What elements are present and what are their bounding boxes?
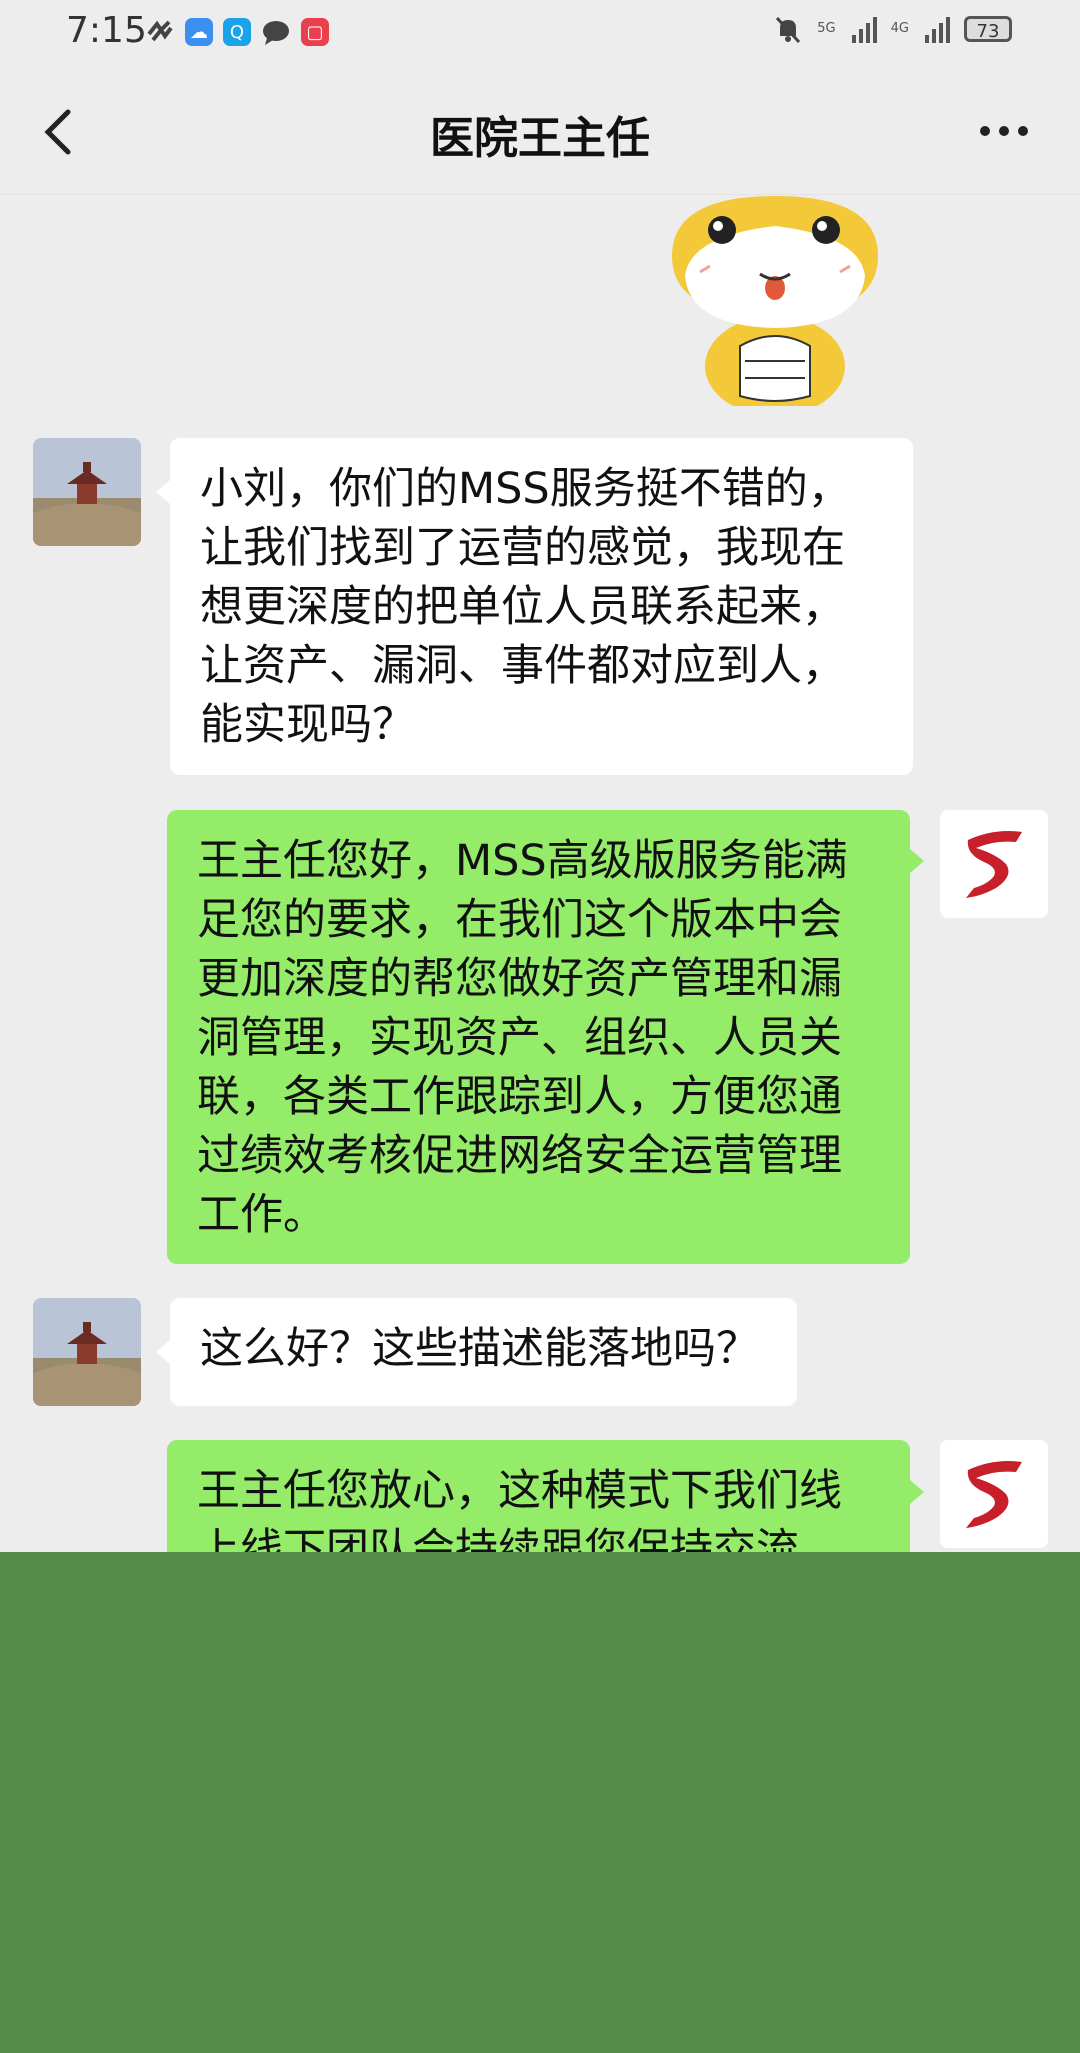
chat-title: 医院王主任 (430, 113, 650, 164)
network-type-5g: 5G (817, 21, 836, 36)
user-avatar[interactable] (940, 810, 1048, 918)
cloud-icon: ☁ (185, 18, 213, 46)
chat-header: 医院王主任 (0, 66, 1080, 195)
network-type-4g: 4G (890, 21, 909, 36)
more-options-icon[interactable] (980, 126, 1028, 136)
app-red-icon: ▢ (301, 18, 329, 46)
system-status: 5G 4G 73 (773, 14, 1012, 44)
company-logo-icon (940, 810, 1048, 918)
user-avatar[interactable] (940, 1440, 1048, 1548)
pavilion-avatar-image (33, 1298, 141, 1406)
mute-bell-icon (776, 16, 801, 44)
company-logo-icon (940, 1440, 1048, 1548)
notification-icons: ☁ Q ▢ (145, 18, 329, 46)
contact-avatar[interactable] (33, 438, 141, 546)
search-app-icon: Q (223, 18, 251, 46)
pavilion-avatar-image (33, 438, 141, 546)
status-bar: 7:15 ☁ Q ▢ 5G 4G 73 (0, 0, 1080, 66)
message-bubble-incoming[interactable]: 这么好？这些描述能落地吗？ (170, 1298, 797, 1406)
signal-icon-2 (925, 15, 950, 43)
hamster-sticker[interactable] (660, 196, 890, 406)
message-bubble-incoming[interactable]: 小刘，你们的MSS服务挺不错的，让我们找到了运营的感觉，我现在想更深度的把单位人… (170, 438, 913, 775)
status-time: 7:15 (66, 10, 147, 51)
signal-icon (851, 15, 877, 43)
green-overlay-panel (0, 1552, 1080, 2053)
app-notification-icon (147, 20, 173, 42)
contact-avatar[interactable] (33, 1298, 141, 1406)
chat-icon (263, 21, 289, 45)
message-bubble-outgoing[interactable]: 王主任您好，MSS高级版服务能满足您的要求，在我们这个版本中会更加深度的帮您做好… (167, 810, 910, 1264)
battery-icon: 73 (964, 16, 1012, 42)
